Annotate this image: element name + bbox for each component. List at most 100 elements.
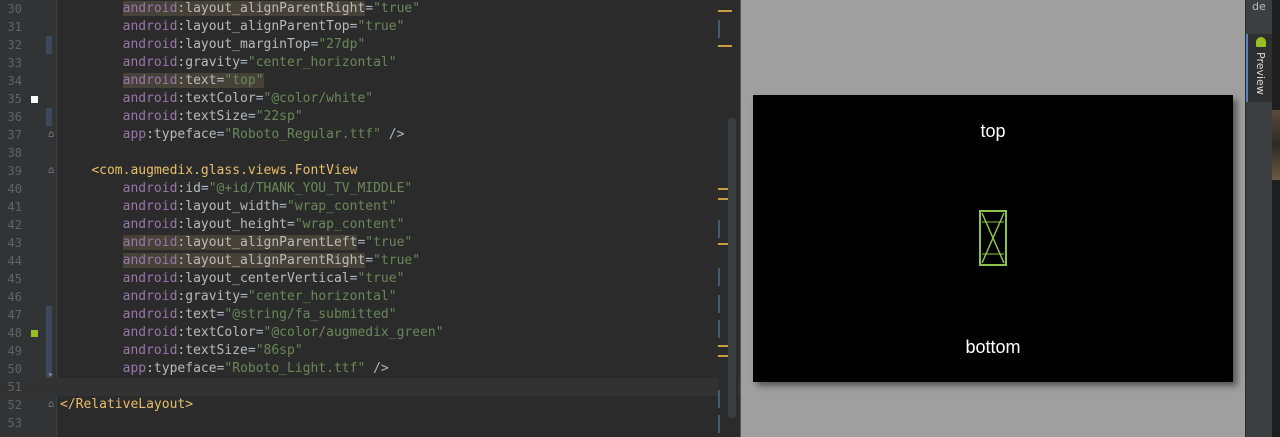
line-number: 43 <box>7 236 22 250</box>
code-line[interactable]: 46 android:gravity="center_horizontal" <box>0 288 740 306</box>
code-line[interactable]: 32 android:layout_marginTop="27dp" <box>0 36 740 54</box>
code-line[interactable]: 45 android:layout_centerVertical="true" <box>0 270 740 288</box>
line-number: 41 <box>7 200 22 214</box>
change-marker[interactable] <box>718 220 720 238</box>
code-line[interactable]: 47 android:text="@string/fa_submitted" <box>0 306 740 324</box>
fold-icon[interactable]: ⌂ <box>48 162 54 180</box>
change-marker[interactable] <box>718 320 720 338</box>
code-text: android:layout_alignParentRight="true" <box>122 253 421 268</box>
code-text: android:text="top" <box>122 73 264 88</box>
line-number: 37 <box>7 128 22 142</box>
code-text: android:textSize="22sp" <box>122 109 303 124</box>
preview-bottom-text: bottom <box>965 337 1021 357</box>
code-line[interactable]: 38 <box>0 144 740 162</box>
code-text: android:layout_alignParentTop="true" <box>122 19 405 34</box>
line-number: 46 <box>7 290 22 304</box>
code-line[interactable]: 51 <box>0 378 740 396</box>
code-line[interactable]: 44 android:layout_alignParentRight="true… <box>0 252 740 270</box>
vertical-scrollbar[interactable] <box>728 118 736 418</box>
code-text: android:layout_alignParentLeft="true" <box>122 235 413 250</box>
change-marker[interactable] <box>718 268 720 286</box>
code-text: android:text="@string/fa_submitted" <box>122 307 397 322</box>
color-swatch-icon[interactable] <box>31 330 38 337</box>
gutter-change-bar <box>46 108 52 126</box>
line-number: 39 <box>7 164 22 178</box>
code-text: <com.augmedix.glass.views.FontView <box>91 163 358 178</box>
code-text: android:layout_marginTop="27dp" <box>122 37 366 52</box>
fold-icon[interactable]: ▸ <box>48 366 54 384</box>
code-line[interactable]: 33 android:gravity="center_horizontal" <box>0 54 740 72</box>
warning-marker[interactable] <box>718 45 732 47</box>
breakpoint-marker[interactable] <box>31 96 38 103</box>
submitted-glyph-icon <box>979 210 1007 266</box>
tab-preview[interactable]: Preview <box>1246 34 1275 102</box>
code-line[interactable]: 30 android:layout_alignParentRight="true… <box>0 0 740 18</box>
code-text: android:layout_centerVertical="true" <box>122 271 405 286</box>
line-number: 50 <box>7 362 22 376</box>
line-number: 30 <box>7 2 22 16</box>
code-line[interactable]: 49 android:textSize="86sp" <box>0 342 740 360</box>
code-line[interactable]: 35 android:textColor="@color/white" <box>0 90 740 108</box>
preview-tab-label: Preview <box>1254 52 1267 95</box>
line-number: 35 <box>7 92 22 106</box>
line-number: 32 <box>7 38 22 52</box>
gutter-change-bar <box>46 36 52 54</box>
line-number: 31 <box>7 20 22 34</box>
device-screen-preview[interactable]: top bottom <box>753 95 1233 382</box>
line-number: 33 <box>7 56 22 70</box>
line-number: 45 <box>7 272 22 286</box>
code-line[interactable]: 48 android:textColor="@color/augmedix_gr… <box>0 324 740 342</box>
code-line[interactable]: 41 android:layout_width="wrap_content" <box>0 198 740 216</box>
code-text: android:gravity="center_horizontal" <box>122 289 397 304</box>
change-marker[interactable] <box>718 20 720 38</box>
line-number: 51 <box>7 380 22 394</box>
line-number: 34 <box>7 74 22 88</box>
android-icon <box>1256 37 1266 47</box>
code-line[interactable]: 39 <com.augmedix.glass.views.FontView <box>0 162 740 180</box>
line-number: 48 <box>7 326 22 340</box>
code-text: app:typeface="Roboto_Regular.ttf" /> <box>122 127 405 142</box>
line-number: 52 <box>7 398 22 412</box>
code-line[interactable]: 50 app:typeface="Roboto_Light.ttf" /> <box>0 360 740 378</box>
warning-marker[interactable] <box>718 10 732 12</box>
code-text: android:layout_alignParentRight="true" <box>122 1 421 16</box>
change-marker[interactable] <box>718 390 720 408</box>
tool-tab-fragment[interactable]: de <box>1252 0 1266 13</box>
right-tool-window-bar: de Preview <box>1245 0 1275 437</box>
background-image-edge <box>1272 110 1280 180</box>
code-text: app:typeface="Roboto_Light.ttf" /> <box>122 361 389 376</box>
code-text: android:gravity="center_horizontal" <box>122 55 397 70</box>
change-marker[interactable] <box>718 295 720 313</box>
layout-preview-pane: top bottom <box>740 0 1246 437</box>
code-text: android:textColor="@color/augmedix_green… <box>122 325 444 340</box>
line-number: 44 <box>7 254 22 268</box>
window-edge <box>1272 0 1280 437</box>
code-line[interactable]: 34 android:text="top" <box>0 72 740 90</box>
code-line[interactable]: 43 android:layout_alignParentLeft="true" <box>0 234 740 252</box>
code-editor[interactable]: 30 android:layout_alignParentRight="true… <box>0 0 740 437</box>
line-number: 49 <box>7 344 22 358</box>
preview-top-text: top <box>980 121 1006 141</box>
code-line[interactable]: 36 android:textSize="22sp" <box>0 108 740 126</box>
line-number: 36 <box>7 110 22 124</box>
fold-icon[interactable]: ⌂ <box>48 396 54 414</box>
line-number: 42 <box>7 218 22 232</box>
fold-icon[interactable]: ⌂ <box>48 126 54 144</box>
code-text: android:id="@+id/THANK_YOU_TV_MIDDLE" <box>122 181 413 196</box>
change-marker[interactable] <box>718 415 720 433</box>
code-text: </RelativeLayout> <box>60 397 194 412</box>
code-text: android:textColor="@color/white" <box>122 91 374 106</box>
code-line[interactable]: 42 android:layout_height="wrap_content" <box>0 216 740 234</box>
code-line[interactable]: 37 app:typeface="Roboto_Regular.ttf" /> <box>0 126 740 144</box>
code-line[interactable]: 40 android:id="@+id/THANK_YOU_TV_MIDDLE" <box>0 180 740 198</box>
line-number: 53 <box>7 416 22 430</box>
line-number: 47 <box>7 308 22 322</box>
code-text: android:layout_height="wrap_content" <box>122 217 405 232</box>
code-text: android:textSize="86sp" <box>122 343 303 358</box>
line-number: 40 <box>7 182 22 196</box>
code-line[interactable]: 53 <box>0 414 740 432</box>
code-text: android:layout_width="wrap_content" <box>122 199 397 214</box>
code-line[interactable]: 52 </RelativeLayout> <box>0 396 740 414</box>
code-line[interactable]: 31 android:layout_alignParentTop="true" <box>0 18 740 36</box>
line-number: 38 <box>7 146 22 160</box>
